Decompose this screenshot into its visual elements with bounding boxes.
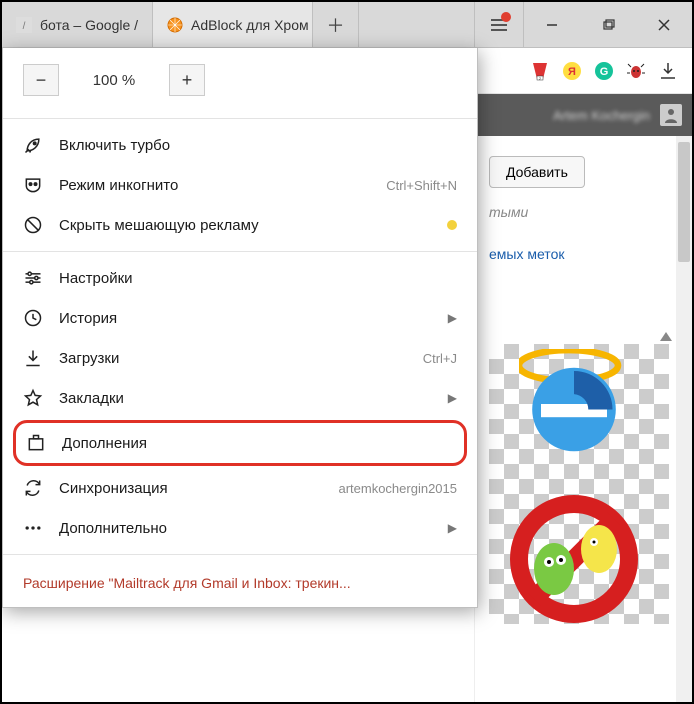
new-tab-button[interactable]: ＋: [313, 2, 359, 47]
clock-icon: [23, 308, 43, 328]
restore-icon: [601, 18, 615, 32]
minimize-icon: [545, 18, 559, 32]
sliders-icon: [23, 268, 43, 288]
plus-icon: ＋: [327, 12, 345, 38]
menu-item-hide-ads[interactable]: Скрыть мешающую рекламу: [3, 205, 477, 245]
svg-text:Я: Я: [568, 66, 576, 78]
rocket-icon: [23, 135, 43, 155]
zoom-out-button[interactable]: −: [23, 64, 59, 96]
page-muted-text: тыми: [489, 204, 678, 220]
window-restore-button[interactable]: [580, 2, 636, 47]
user-avatar-button[interactable]: [660, 104, 682, 126]
chevron-right-icon: ▶: [448, 521, 457, 535]
menu-shortcut: Ctrl+Shift+N: [386, 178, 457, 193]
menu-label: Скрыть мешающую рекламу: [59, 217, 431, 234]
ext-yandex-icon[interactable]: Я: [562, 61, 582, 81]
mask-icon: [23, 175, 43, 195]
menu-footer-notice[interactable]: Расширение "Mailtrack для Gmail и Inbox:…: [3, 561, 477, 603]
extension-bar: 2 Я G: [475, 48, 692, 94]
menu-item-incognito[interactable]: Режим инкогнито Ctrl+Shift+N: [3, 165, 477, 205]
tab-label: бота – Google /: [40, 17, 138, 33]
zoom-in-button[interactable]: +: [169, 64, 205, 96]
menu-item-downloads[interactable]: Загрузки Ctrl+J: [3, 338, 477, 378]
menu-label: Настройки: [59, 270, 457, 287]
ie-logo-icon: [519, 349, 629, 459]
svg-text:G: G: [600, 66, 609, 78]
menu-item-turbo[interactable]: Включить турбо: [3, 125, 477, 165]
ext-bug-icon[interactable]: [626, 61, 646, 81]
chevron-right-icon: ▶: [448, 311, 457, 325]
menu-label: Дополнения: [62, 435, 454, 452]
download-icon: [23, 348, 43, 368]
menu-item-bookmarks[interactable]: Закладки ▶: [3, 378, 477, 418]
sync-icon: [23, 478, 43, 498]
menu-label: Режим инкогнито: [59, 177, 370, 194]
user-bar: Artem Kochergin: [475, 94, 692, 136]
menu-shortcut: Ctrl+J: [423, 351, 457, 366]
tab-google[interactable]: / бота – Google /: [2, 2, 153, 47]
svg-text:/: /: [23, 21, 26, 32]
menu-label: Закладки: [59, 390, 424, 407]
menu-item-more[interactable]: Дополнительно ▶: [3, 508, 477, 548]
puzzle-icon: [26, 433, 46, 453]
star-icon: [23, 388, 43, 408]
download-icon[interactable]: [658, 61, 678, 81]
ext-red-icon[interactable]: 2: [530, 61, 550, 81]
favicon-orange-icon: [167, 17, 183, 33]
page-content: 2 Я G Artem Kochergin Добавить тыми емых…: [474, 48, 692, 702]
notification-dot-icon: [501, 12, 511, 22]
ext-grammarly-icon[interactable]: G: [594, 61, 614, 81]
menu-hint: artemkochergin2015: [338, 481, 457, 496]
main-menu-dropdown: − 100 % + Включить турбо Режим инкогнито…: [2, 48, 478, 608]
menu-label: Включить турбо: [59, 137, 457, 154]
zoom-controls: − 100 % +: [3, 58, 477, 112]
tab-strip: / бота – Google / AdBlock для Хром ＋: [2, 2, 692, 48]
user-name: Artem Kochergin: [553, 108, 650, 123]
menu-item-history[interactable]: История ▶: [3, 298, 477, 338]
avatar-icon: [663, 107, 679, 123]
add-button[interactable]: Добавить: [489, 156, 585, 188]
tab-label: AdBlock для Хром: [191, 17, 309, 33]
dots-icon: [23, 518, 43, 538]
menu-label: Дополнительно: [59, 520, 424, 537]
menu-item-addons[interactable]: Дополнения: [13, 420, 467, 466]
image-thumbnail: [489, 344, 669, 624]
block-icon: [23, 215, 43, 235]
window-close-button[interactable]: [636, 2, 692, 47]
no-sign-icon: [499, 494, 649, 624]
menu-label: История: [59, 310, 424, 327]
tab-adblock[interactable]: AdBlock для Хром: [153, 2, 313, 47]
menu-item-sync[interactable]: Синхронизация artemkochergin2015: [3, 468, 477, 508]
close-icon: [657, 18, 671, 32]
scrollbar[interactable]: [676, 136, 692, 702]
chevron-right-icon: ▶: [448, 391, 457, 405]
window-minimize-button[interactable]: [524, 2, 580, 47]
scroll-thumb[interactable]: [678, 142, 690, 262]
zoom-value: 100 %: [59, 72, 169, 89]
menu-label: Синхронизация: [59, 480, 322, 497]
main-menu-button[interactable]: [474, 2, 524, 47]
page-link[interactable]: емых меток: [489, 246, 564, 262]
menu-item-settings[interactable]: Настройки: [3, 258, 477, 298]
menu-label: Загрузки: [59, 350, 407, 367]
status-dot-icon: [447, 220, 457, 230]
favicon-generic-icon: /: [16, 17, 32, 33]
collapse-icon[interactable]: [660, 332, 672, 341]
